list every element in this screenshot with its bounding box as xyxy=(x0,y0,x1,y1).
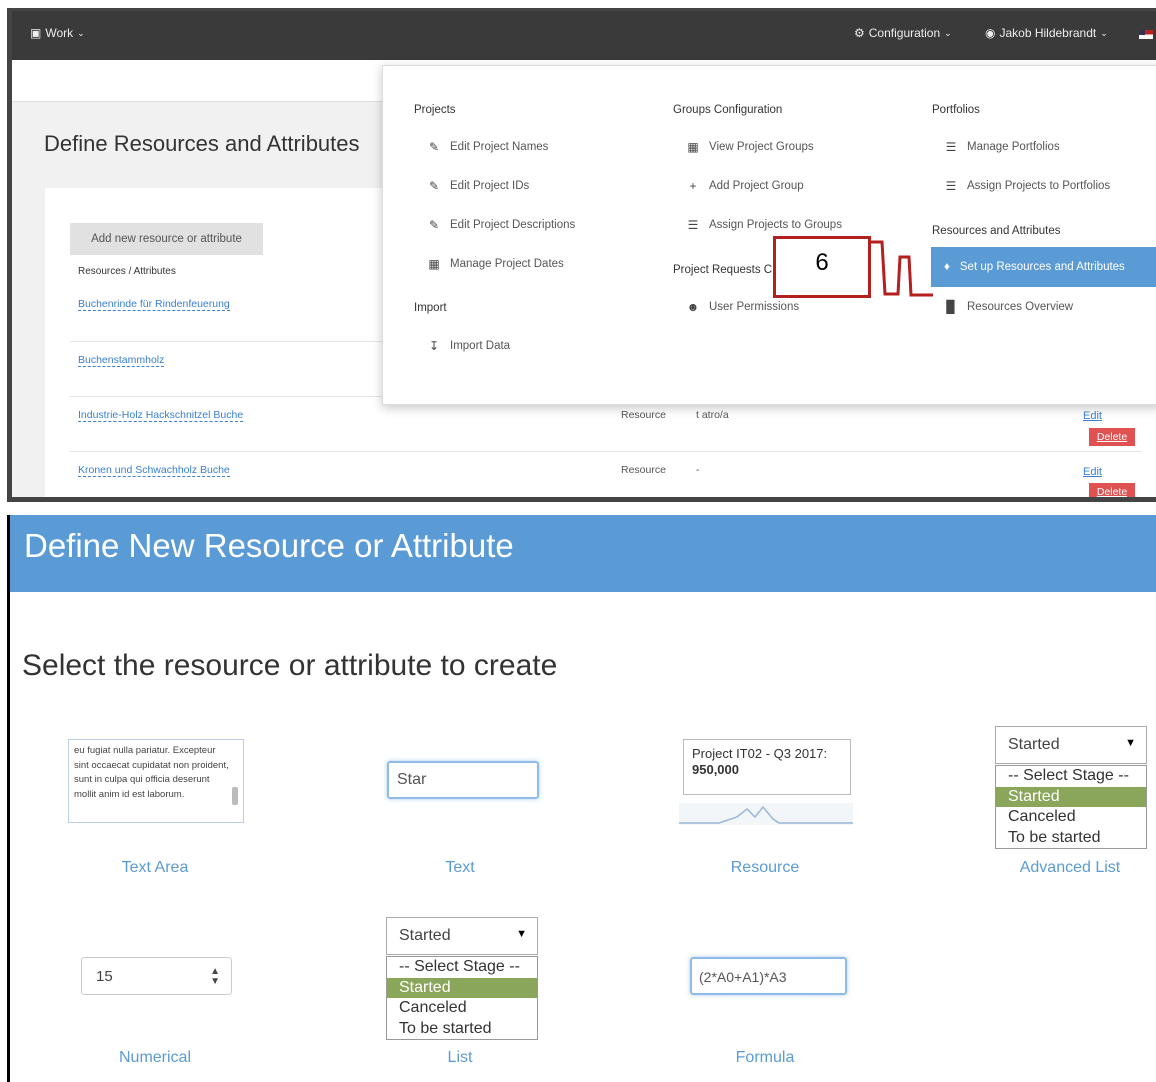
numerical-value: 15 xyxy=(96,968,113,985)
formula-option-label[interactable]: Formula xyxy=(665,1049,865,1067)
resource-tooltip-title: Project IT02 - Q3 2017: xyxy=(692,746,828,761)
list-item[interactable]: -- Select Stage -- xyxy=(387,957,537,978)
advanced-list-option-label[interactable]: Advanced List xyxy=(970,859,1156,877)
list-item[interactable]: -- Select Stage -- xyxy=(996,766,1146,787)
list-item-highlighted[interactable]: Started xyxy=(996,786,1146,807)
define-new-header: Define New Resource or Attribute xyxy=(10,515,1156,592)
callout-line xyxy=(871,240,933,297)
list-item[interactable]: To be started xyxy=(996,828,1146,849)
resource-preview[interactable]: Project IT02 - Q3 2017: 950,000 xyxy=(679,739,853,829)
list-item[interactable]: To be started xyxy=(387,1019,537,1040)
resource-sparkline-icon xyxy=(679,803,853,825)
select-subtitle: Select the resource or attribute to crea… xyxy=(22,649,558,682)
advanced-list-select[interactable]: Started ▼ xyxy=(995,726,1147,764)
list-selected: Started xyxy=(399,927,451,944)
define-new-title: Define New Resource or Attribute xyxy=(24,527,514,564)
numerical-preview-input[interactable]: 15 ▲ ▼ xyxy=(81,957,232,995)
advanced-list-selected: Started xyxy=(1008,736,1060,753)
text-area-option-label[interactable]: Text Area xyxy=(55,859,255,877)
callout-connector xyxy=(871,240,933,297)
advanced-list-options: -- Select Stage -- Started Canceled To b… xyxy=(995,765,1147,849)
list-option-label[interactable]: List xyxy=(360,1049,560,1067)
sparkline-area xyxy=(679,803,853,825)
spinner-icon[interactable]: ▲ ▼ xyxy=(210,967,220,987)
text-area-preview[interactable]: eu fugiat nulla pariatur. Excepteur sint… xyxy=(68,739,244,823)
bottom-screenshot-frame: Define New Resource or Attribute Select … xyxy=(7,515,1156,1082)
app-window: ▣ Work ⌄ ⚙ Configuration ⌄ ◉ Jakob Hilde… xyxy=(12,11,1156,497)
dropdown-arrow-icon: ▼ xyxy=(1125,737,1136,749)
resource-option-label[interactable]: Resource xyxy=(665,859,865,877)
top-screenshot-frame: ▣ Work ⌄ ⚙ Configuration ⌄ ◉ Jakob Hilde… xyxy=(7,8,1156,502)
text-preview-input[interactable]: Star xyxy=(387,761,539,799)
list-select[interactable]: Started ▼ xyxy=(386,917,538,955)
resource-tooltip: Project IT02 - Q3 2017: 950,000 xyxy=(683,739,851,795)
text-option-label[interactable]: Text xyxy=(360,859,560,877)
text-area-scrollbar xyxy=(232,787,238,805)
resource-tooltip-value: 950,000 xyxy=(692,762,739,777)
formula-preview-input[interactable]: (2*A0+A1)*A3 xyxy=(690,957,847,995)
list-item[interactable]: Canceled xyxy=(387,998,537,1019)
list-options: -- Select Stage -- Started Canceled To b… xyxy=(386,956,538,1040)
numerical-option-label[interactable]: Numerical xyxy=(55,1049,255,1067)
list-item[interactable]: Canceled xyxy=(996,807,1146,828)
list-item-highlighted[interactable]: Started xyxy=(387,977,537,998)
dropdown-arrow-icon: ▼ xyxy=(516,928,527,940)
